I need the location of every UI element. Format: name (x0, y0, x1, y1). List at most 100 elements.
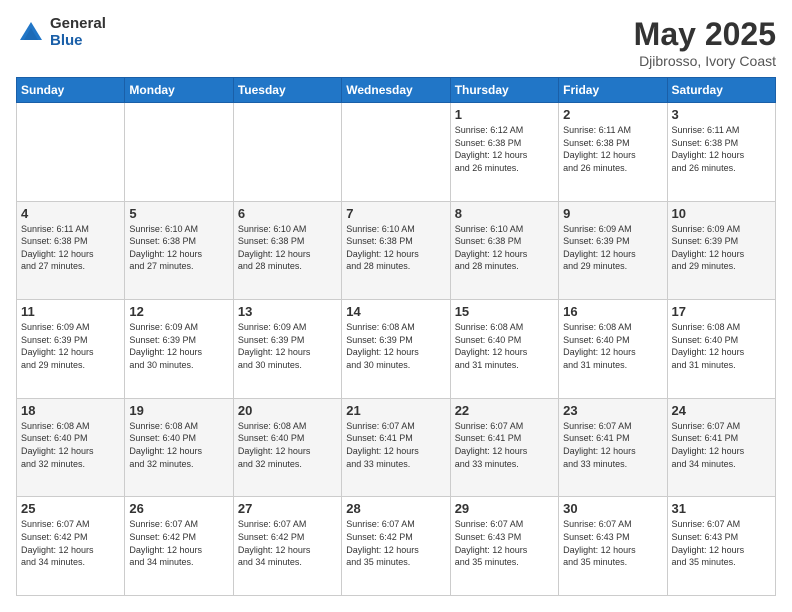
calendar-cell: 18 Sunrise: 6:08 AM Sunset: 6:40 PM Dayli… (17, 398, 125, 497)
day-info: Sunrise: 6:07 AM Sunset: 6:42 PM Dayligh… (238, 518, 337, 568)
day-number: 30 (563, 501, 662, 516)
calendar-cell: 29 Sunrise: 6:07 AM Sunset: 6:43 PM Dayli… (450, 497, 558, 596)
calendar-cell: 30 Sunrise: 6:07 AM Sunset: 6:43 PM Dayli… (559, 497, 667, 596)
day-info: Sunrise: 6:07 AM Sunset: 6:43 PM Dayligh… (672, 518, 771, 568)
day-number: 26 (129, 501, 228, 516)
day-info: Sunrise: 6:08 AM Sunset: 6:40 PM Dayligh… (455, 321, 554, 371)
day-number: 16 (563, 304, 662, 319)
title-block: May 2025 Djibrosso, Ivory Coast (634, 16, 776, 69)
calendar-cell: 17 Sunrise: 6:08 AM Sunset: 6:40 PM Dayli… (667, 300, 775, 399)
day-number: 28 (346, 501, 445, 516)
calendar-cell (125, 103, 233, 202)
calendar-cell: 5 Sunrise: 6:10 AM Sunset: 6:38 PM Daylig… (125, 201, 233, 300)
calendar-cell: 11 Sunrise: 6:09 AM Sunset: 6:39 PM Dayli… (17, 300, 125, 399)
calendar-cell: 9Sunrise: 6:09 AM Sunset: 6:39 PM Daylig… (559, 201, 667, 300)
calendar-cell (233, 103, 341, 202)
day-number: 15 (455, 304, 554, 319)
day-number: 31 (672, 501, 771, 516)
calendar-cell: 16 Sunrise: 6:08 AM Sunset: 6:40 PM Dayli… (559, 300, 667, 399)
day-number: 20 (238, 403, 337, 418)
day-number: 11 (21, 304, 120, 319)
day-info: Sunrise: 6:07 AM Sunset: 6:42 PM Dayligh… (129, 518, 228, 568)
calendar-day-header: Saturday (667, 78, 775, 103)
page: General Blue May 2025 Djibrosso, Ivory C… (0, 0, 792, 612)
day-info: Sunrise: 6:10 AM Sunset: 6:38 PM Dayligh… (238, 223, 337, 273)
calendar-cell: 21 Sunrise: 6:07 AM Sunset: 6:41 PM Dayli… (342, 398, 450, 497)
day-info: Sunrise: 6:09 AM Sunset: 6:39 PM Dayligh… (21, 321, 120, 371)
calendar-cell: 14 Sunrise: 6:08 AM Sunset: 6:39 PM Dayli… (342, 300, 450, 399)
calendar-week-row: 11 Sunrise: 6:09 AM Sunset: 6:39 PM Dayli… (17, 300, 776, 399)
logo-blue: Blue (50, 33, 106, 50)
title-month: May 2025 (634, 16, 776, 53)
day-info: Sunrise: 6:08 AM Sunset: 6:40 PM Dayligh… (238, 420, 337, 470)
day-number: 23 (563, 403, 662, 418)
day-info: Sunrise: 6:08 AM Sunset: 6:40 PM Dayligh… (563, 321, 662, 371)
calendar-cell: 27 Sunrise: 6:07 AM Sunset: 6:42 PM Dayli… (233, 497, 341, 596)
calendar-week-row: 1Sunrise: 6:12 AM Sunset: 6:38 PM Daylig… (17, 103, 776, 202)
day-number: 5 (129, 206, 228, 221)
logo: General Blue (16, 16, 106, 49)
day-info: Sunrise: 6:07 AM Sunset: 6:42 PM Dayligh… (21, 518, 120, 568)
day-info: Sunrise: 6:07 AM Sunset: 6:41 PM Dayligh… (346, 420, 445, 470)
logo-text: General Blue (50, 16, 106, 49)
calendar-cell: 22 Sunrise: 6:07 AM Sunset: 6:41 PM Dayli… (450, 398, 558, 497)
day-number: 21 (346, 403, 445, 418)
day-number: 4 (21, 206, 120, 221)
day-info: Sunrise: 6:09 AM Sunset: 6:39 PM Dayligh… (238, 321, 337, 371)
calendar-cell: 1Sunrise: 6:12 AM Sunset: 6:38 PM Daylig… (450, 103, 558, 202)
calendar-cell: 3Sunrise: 6:11 AM Sunset: 6:38 PM Daylig… (667, 103, 775, 202)
calendar-day-header: Monday (125, 78, 233, 103)
day-number: 3 (672, 107, 771, 122)
day-info: Sunrise: 6:10 AM Sunset: 6:38 PM Dayligh… (455, 223, 554, 273)
day-info: Sunrise: 6:08 AM Sunset: 6:40 PM Dayligh… (129, 420, 228, 470)
day-info: Sunrise: 6:07 AM Sunset: 6:41 PM Dayligh… (672, 420, 771, 470)
calendar-cell: 20 Sunrise: 6:08 AM Sunset: 6:40 PM Dayli… (233, 398, 341, 497)
day-info: Sunrise: 6:07 AM Sunset: 6:43 PM Dayligh… (455, 518, 554, 568)
day-number: 9 (563, 206, 662, 221)
calendar-cell: 12 Sunrise: 6:09 AM Sunset: 6:39 PM Dayli… (125, 300, 233, 399)
calendar-cell: 8Sunrise: 6:10 AM Sunset: 6:38 PM Daylig… (450, 201, 558, 300)
day-number: 10 (672, 206, 771, 221)
day-number: 25 (21, 501, 120, 516)
day-number: 18 (21, 403, 120, 418)
calendar-day-header: Friday (559, 78, 667, 103)
calendar-cell (17, 103, 125, 202)
day-info: Sunrise: 6:08 AM Sunset: 6:39 PM Dayligh… (346, 321, 445, 371)
day-info: Sunrise: 6:08 AM Sunset: 6:40 PM Dayligh… (672, 321, 771, 371)
calendar-cell (342, 103, 450, 202)
day-info: Sunrise: 6:07 AM Sunset: 6:43 PM Dayligh… (563, 518, 662, 568)
day-number: 12 (129, 304, 228, 319)
logo-general: General (50, 16, 106, 33)
calendar-week-row: 18 Sunrise: 6:08 AM Sunset: 6:40 PM Dayli… (17, 398, 776, 497)
calendar-header-row: SundayMondayTuesdayWednesdayThursdayFrid… (17, 78, 776, 103)
day-info: Sunrise: 6:07 AM Sunset: 6:41 PM Dayligh… (455, 420, 554, 470)
day-number: 19 (129, 403, 228, 418)
calendar-day-header: Sunday (17, 78, 125, 103)
calendar-cell: 24 Sunrise: 6:07 AM Sunset: 6:41 PM Dayli… (667, 398, 775, 497)
day-number: 2 (563, 107, 662, 122)
calendar-cell: 13Sunrise: 6:09 AM Sunset: 6:39 PM Dayli… (233, 300, 341, 399)
day-info: Sunrise: 6:07 AM Sunset: 6:41 PM Dayligh… (563, 420, 662, 470)
calendar-cell: 19 Sunrise: 6:08 AM Sunset: 6:40 PM Dayli… (125, 398, 233, 497)
day-info: Sunrise: 6:10 AM Sunset: 6:38 PM Dayligh… (129, 223, 228, 273)
day-number: 17 (672, 304, 771, 319)
calendar-cell: 4 Sunrise: 6:11 AM Sunset: 6:38 PM Daylig… (17, 201, 125, 300)
day-info: Sunrise: 6:11 AM Sunset: 6:38 PM Dayligh… (21, 223, 120, 273)
day-info: Sunrise: 6:08 AM Sunset: 6:40 PM Dayligh… (21, 420, 120, 470)
calendar-cell: 31 Sunrise: 6:07 AM Sunset: 6:43 PM Dayli… (667, 497, 775, 596)
logo-icon (16, 18, 46, 48)
calendar-cell: 10 Sunrise: 6:09 AM Sunset: 6:39 PM Dayli… (667, 201, 775, 300)
day-info: Sunrise: 6:09 AM Sunset: 6:39 PM Dayligh… (129, 321, 228, 371)
calendar-day-header: Tuesday (233, 78, 341, 103)
day-number: 22 (455, 403, 554, 418)
calendar-day-header: Wednesday (342, 78, 450, 103)
day-number: 29 (455, 501, 554, 516)
day-info: Sunrise: 6:10 AM Sunset: 6:38 PM Dayligh… (346, 223, 445, 273)
day-info: Sunrise: 6:07 AM Sunset: 6:42 PM Dayligh… (346, 518, 445, 568)
title-location: Djibrosso, Ivory Coast (634, 53, 776, 69)
calendar-table: SundayMondayTuesdayWednesdayThursdayFrid… (16, 77, 776, 596)
day-number: 27 (238, 501, 337, 516)
day-number: 14 (346, 304, 445, 319)
day-number: 24 (672, 403, 771, 418)
day-info: Sunrise: 6:09 AM Sunset: 6:39 PM Dayligh… (672, 223, 771, 273)
